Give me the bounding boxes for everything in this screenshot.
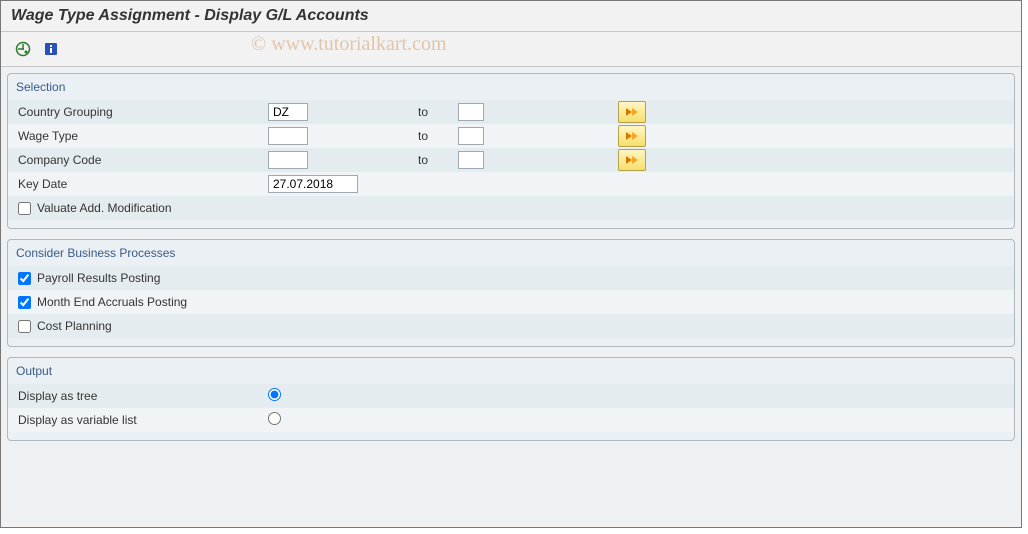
processes-group: Consider Business Processes Payroll Resu… bbox=[7, 239, 1015, 347]
output-group-title: Output bbox=[8, 362, 1014, 384]
output-group: Output Display as tree Display as variab… bbox=[7, 357, 1015, 441]
country-grouping-to-input[interactable] bbox=[458, 103, 484, 121]
cost-planning-row: Cost Planning bbox=[8, 314, 1014, 338]
output-list-label: Display as variable list bbox=[14, 413, 268, 427]
wage-type-to-input[interactable] bbox=[458, 127, 484, 145]
month-end-row: Month End Accruals Posting bbox=[8, 290, 1014, 314]
country-grouping-from-input[interactable] bbox=[268, 103, 308, 121]
payroll-label: Payroll Results Posting bbox=[37, 271, 160, 285]
wage-type-from-input[interactable] bbox=[268, 127, 308, 145]
execute-icon[interactable] bbox=[11, 38, 35, 60]
output-tree-label: Display as tree bbox=[14, 389, 268, 403]
selection-group-title: Selection bbox=[8, 78, 1014, 100]
wage-type-row: Wage Type to bbox=[8, 124, 1014, 148]
cost-planning-checkbox[interactable] bbox=[18, 320, 31, 333]
key-date-label: Key Date bbox=[14, 177, 268, 191]
valuate-checkbox[interactable] bbox=[18, 202, 31, 215]
payroll-checkbox[interactable] bbox=[18, 272, 31, 285]
wage-type-label: Wage Type bbox=[14, 129, 268, 143]
info-icon[interactable] bbox=[39, 38, 63, 60]
toolbar bbox=[1, 32, 1021, 67]
cost-planning-label: Cost Planning bbox=[37, 319, 112, 333]
month-end-checkbox[interactable] bbox=[18, 296, 31, 309]
sap-window: Wage Type Assignment - Display G/L Accou… bbox=[0, 0, 1022, 528]
month-end-label: Month End Accruals Posting bbox=[37, 295, 187, 309]
key-date-input[interactable] bbox=[268, 175, 358, 193]
to-word: to bbox=[408, 105, 458, 119]
company-code-label: Company Code bbox=[14, 153, 268, 167]
company-code-to-input[interactable] bbox=[458, 151, 484, 169]
key-date-row: Key Date bbox=[8, 172, 1014, 196]
selection-group: Selection Country Grouping to Wage Type bbox=[7, 73, 1015, 229]
processes-group-title: Consider Business Processes bbox=[8, 244, 1014, 266]
output-list-row: Display as variable list bbox=[8, 408, 1014, 432]
company-code-from-input[interactable] bbox=[268, 151, 308, 169]
output-tree-row: Display as tree bbox=[8, 384, 1014, 408]
output-list-radio[interactable] bbox=[268, 412, 281, 425]
company-code-multiple-selection-button[interactable] bbox=[618, 149, 646, 171]
wage-type-multiple-selection-button[interactable] bbox=[618, 125, 646, 147]
to-word: to bbox=[408, 153, 458, 167]
country-grouping-label: Country Grouping bbox=[14, 105, 268, 119]
valuate-row: Valuate Add. Modification bbox=[8, 196, 1014, 220]
output-tree-radio[interactable] bbox=[268, 388, 281, 401]
to-word: to bbox=[408, 129, 458, 143]
payroll-row: Payroll Results Posting bbox=[8, 266, 1014, 290]
country-grouping-row: Country Grouping to bbox=[8, 100, 1014, 124]
content-area: Selection Country Grouping to Wage Type bbox=[1, 67, 1021, 523]
page-title: Wage Type Assignment - Display G/L Accou… bbox=[1, 1, 1021, 32]
valuate-label: Valuate Add. Modification bbox=[37, 201, 172, 215]
company-code-row: Company Code to bbox=[8, 148, 1014, 172]
country-grouping-multiple-selection-button[interactable] bbox=[618, 101, 646, 123]
